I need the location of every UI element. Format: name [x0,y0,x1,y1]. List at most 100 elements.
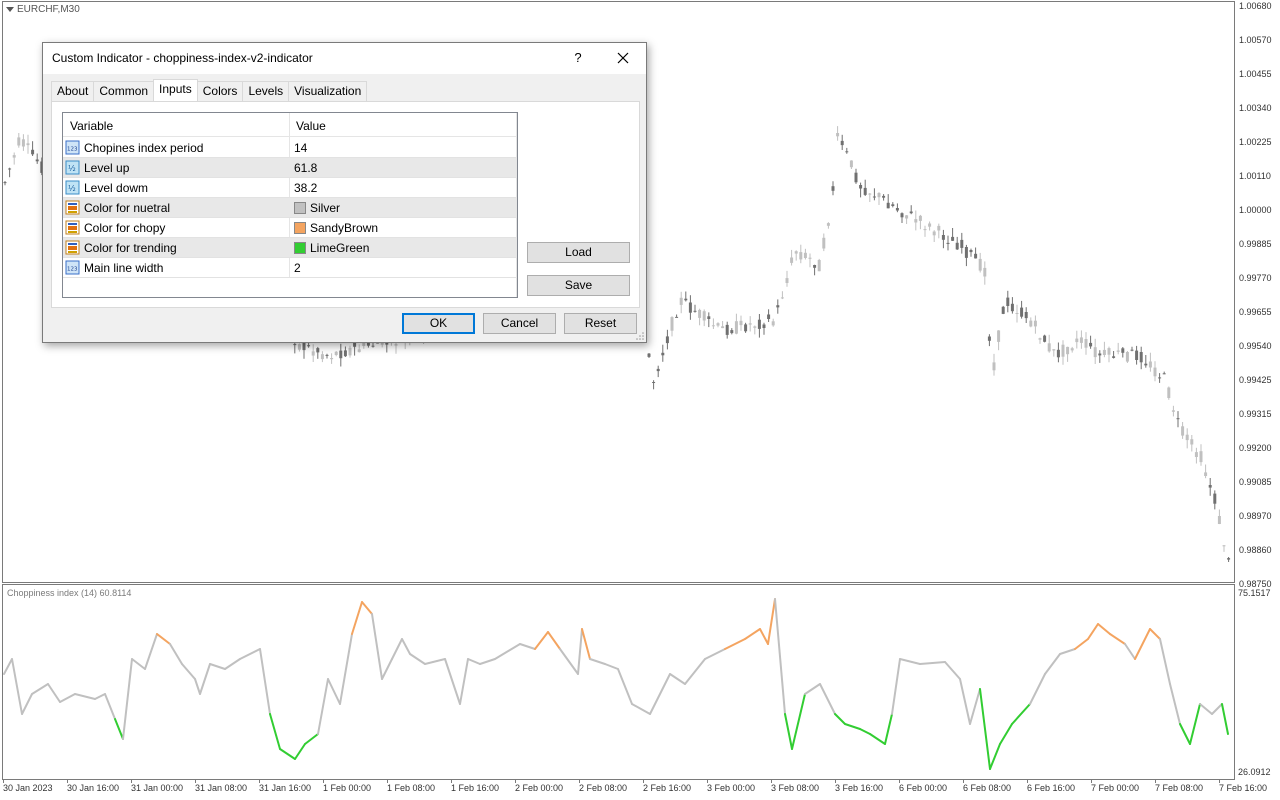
variable-value[interactable]: 14 [294,141,307,155]
candlestick [978,252,982,273]
candlestick [1121,347,1125,358]
symbol-label[interactable]: EURCHF,M30 [6,4,80,15]
choppiness-line-segment [804,683,821,695]
tab-about[interactable]: About [51,81,95,101]
int-icon: 123 [65,140,80,155]
choppiness-line-segment [1169,683,1181,725]
cancel-button[interactable]: Cancel [483,313,556,334]
price-axis-label: 0.99200 [1239,443,1272,453]
candlestick [311,344,315,362]
color-icon [65,220,80,235]
candlestick [987,334,991,347]
choppiness-line-segment [1189,703,1201,745]
choppiness-line-segment [969,688,981,725]
choppiness-line-segment [144,633,158,670]
choppiness-line-segment [891,658,901,715]
variable-value[interactable]: Silver [294,201,340,215]
grid-row[interactable]: 123 Chopines index period 14 [63,138,517,158]
choppiness-line-segment [884,713,893,745]
indicator-window[interactable]: Choppiness index (14) 60.8114 75.1517 26… [0,584,1280,780]
header-value[interactable]: Value [296,119,326,133]
choppiness-line-segment [351,601,363,635]
candlestick [1084,332,1088,355]
choppiness-line-segment [989,743,1001,770]
candlestick [840,134,844,150]
choppiness-line-segment [409,653,426,665]
dialog-titlebar[interactable]: Custom Indicator - choppiness-index-v2-i… [43,43,646,74]
time-axis-label: 31 Jan 00:00 [131,783,184,793]
load-button[interactable]: Load [527,242,630,263]
grid-row[interactable]: ½ Level up 61.8 [63,158,517,178]
candlestick [1125,351,1129,363]
tab-colors[interactable]: Colors [196,81,244,101]
grid-row[interactable]: ½ Level dowm 38.2 [63,178,517,198]
grid-row[interactable]: Color for chopy SandyBrown [63,218,517,238]
price-axis-label: 0.98860 [1239,545,1272,555]
choppiness-line-segment [834,713,846,725]
ok-button[interactable]: OK [402,313,475,334]
candlestick [1098,350,1102,363]
candlestick [739,315,743,331]
candlestick [909,205,913,215]
header-variable[interactable]: Variable [70,119,113,133]
candlestick [725,321,729,339]
tab-common[interactable]: Common [93,81,155,101]
candlestick [1135,345,1139,365]
candlestick [1176,411,1180,428]
reset-button[interactable]: Reset [564,313,637,334]
save-button[interactable]: Save [527,275,630,296]
candlestick [1043,334,1047,343]
candlestick [652,380,656,390]
choppiness-line-segment [999,723,1013,745]
dialog-tabs: About Common Inputs Colors Levels Visual… [51,79,368,101]
value-text: LimeGreen [310,241,370,255]
choppiness-line-segment [424,658,446,665]
candlestick [900,212,904,223]
time-axis-label: 30 Jan 16:00 [67,783,120,793]
candlestick [767,309,771,322]
close-button[interactable] [613,46,633,70]
resize-grip-icon[interactable] [636,332,644,340]
grid-header: Variable Value [63,113,517,137]
grid-row[interactable]: 123 Main line width 2 [63,258,517,278]
choppiness-line-segment [279,748,296,760]
choppiness-line-segment [74,693,96,700]
variable-value[interactable]: 38.2 [294,181,317,195]
help-button[interactable]: ? [567,48,589,68]
choppiness-line-segment [669,673,686,685]
candlestick [1020,300,1024,319]
variable-value[interactable]: 61.8 [294,161,317,175]
double-icon: ½ [65,180,80,195]
dropdown-triangle-icon[interactable] [6,7,14,12]
candlestick [964,244,968,267]
candlestick [1190,435,1194,452]
tab-inputs[interactable]: Inputs [153,79,198,101]
candlestick [325,353,329,359]
time-axis-label: 3 Feb 08:00 [771,783,820,793]
candlestick [1093,338,1097,364]
choppiness-line-segment [859,728,871,735]
tab-levels[interactable]: Levels [242,81,290,101]
choppiness-line-segment [1179,723,1191,745]
choppiness-line-segment [684,658,706,685]
grid-row[interactable]: Color for nuetral Silver [63,198,517,218]
inputs-grid[interactable]: Variable Value 123 Chopines index period 1… [62,112,518,298]
candlestick [1139,346,1143,370]
indicator-canvas[interactable] [0,584,1280,780]
candlestick [937,223,941,239]
candlestick [813,264,817,276]
indicator-axis-max: 75.1517 [1238,588,1271,598]
candlestick [1185,428,1189,449]
candlestick [960,232,964,254]
price-axis-label: 1.00570 [1239,35,1272,45]
choppiness-line-segment [114,718,124,740]
candlestick [905,215,909,224]
variable-value[interactable]: SandyBrown [294,221,378,235]
candlestick [3,181,7,186]
candlestick [1204,464,1208,479]
choppiness-line-segment [604,663,619,670]
variable-value[interactable]: LimeGreen [294,241,369,255]
grid-row[interactable]: Color for trending LimeGreen [63,238,517,258]
tab-visualization[interactable]: Visualization [288,81,368,101]
variable-value[interactable]: 2 [294,261,301,275]
